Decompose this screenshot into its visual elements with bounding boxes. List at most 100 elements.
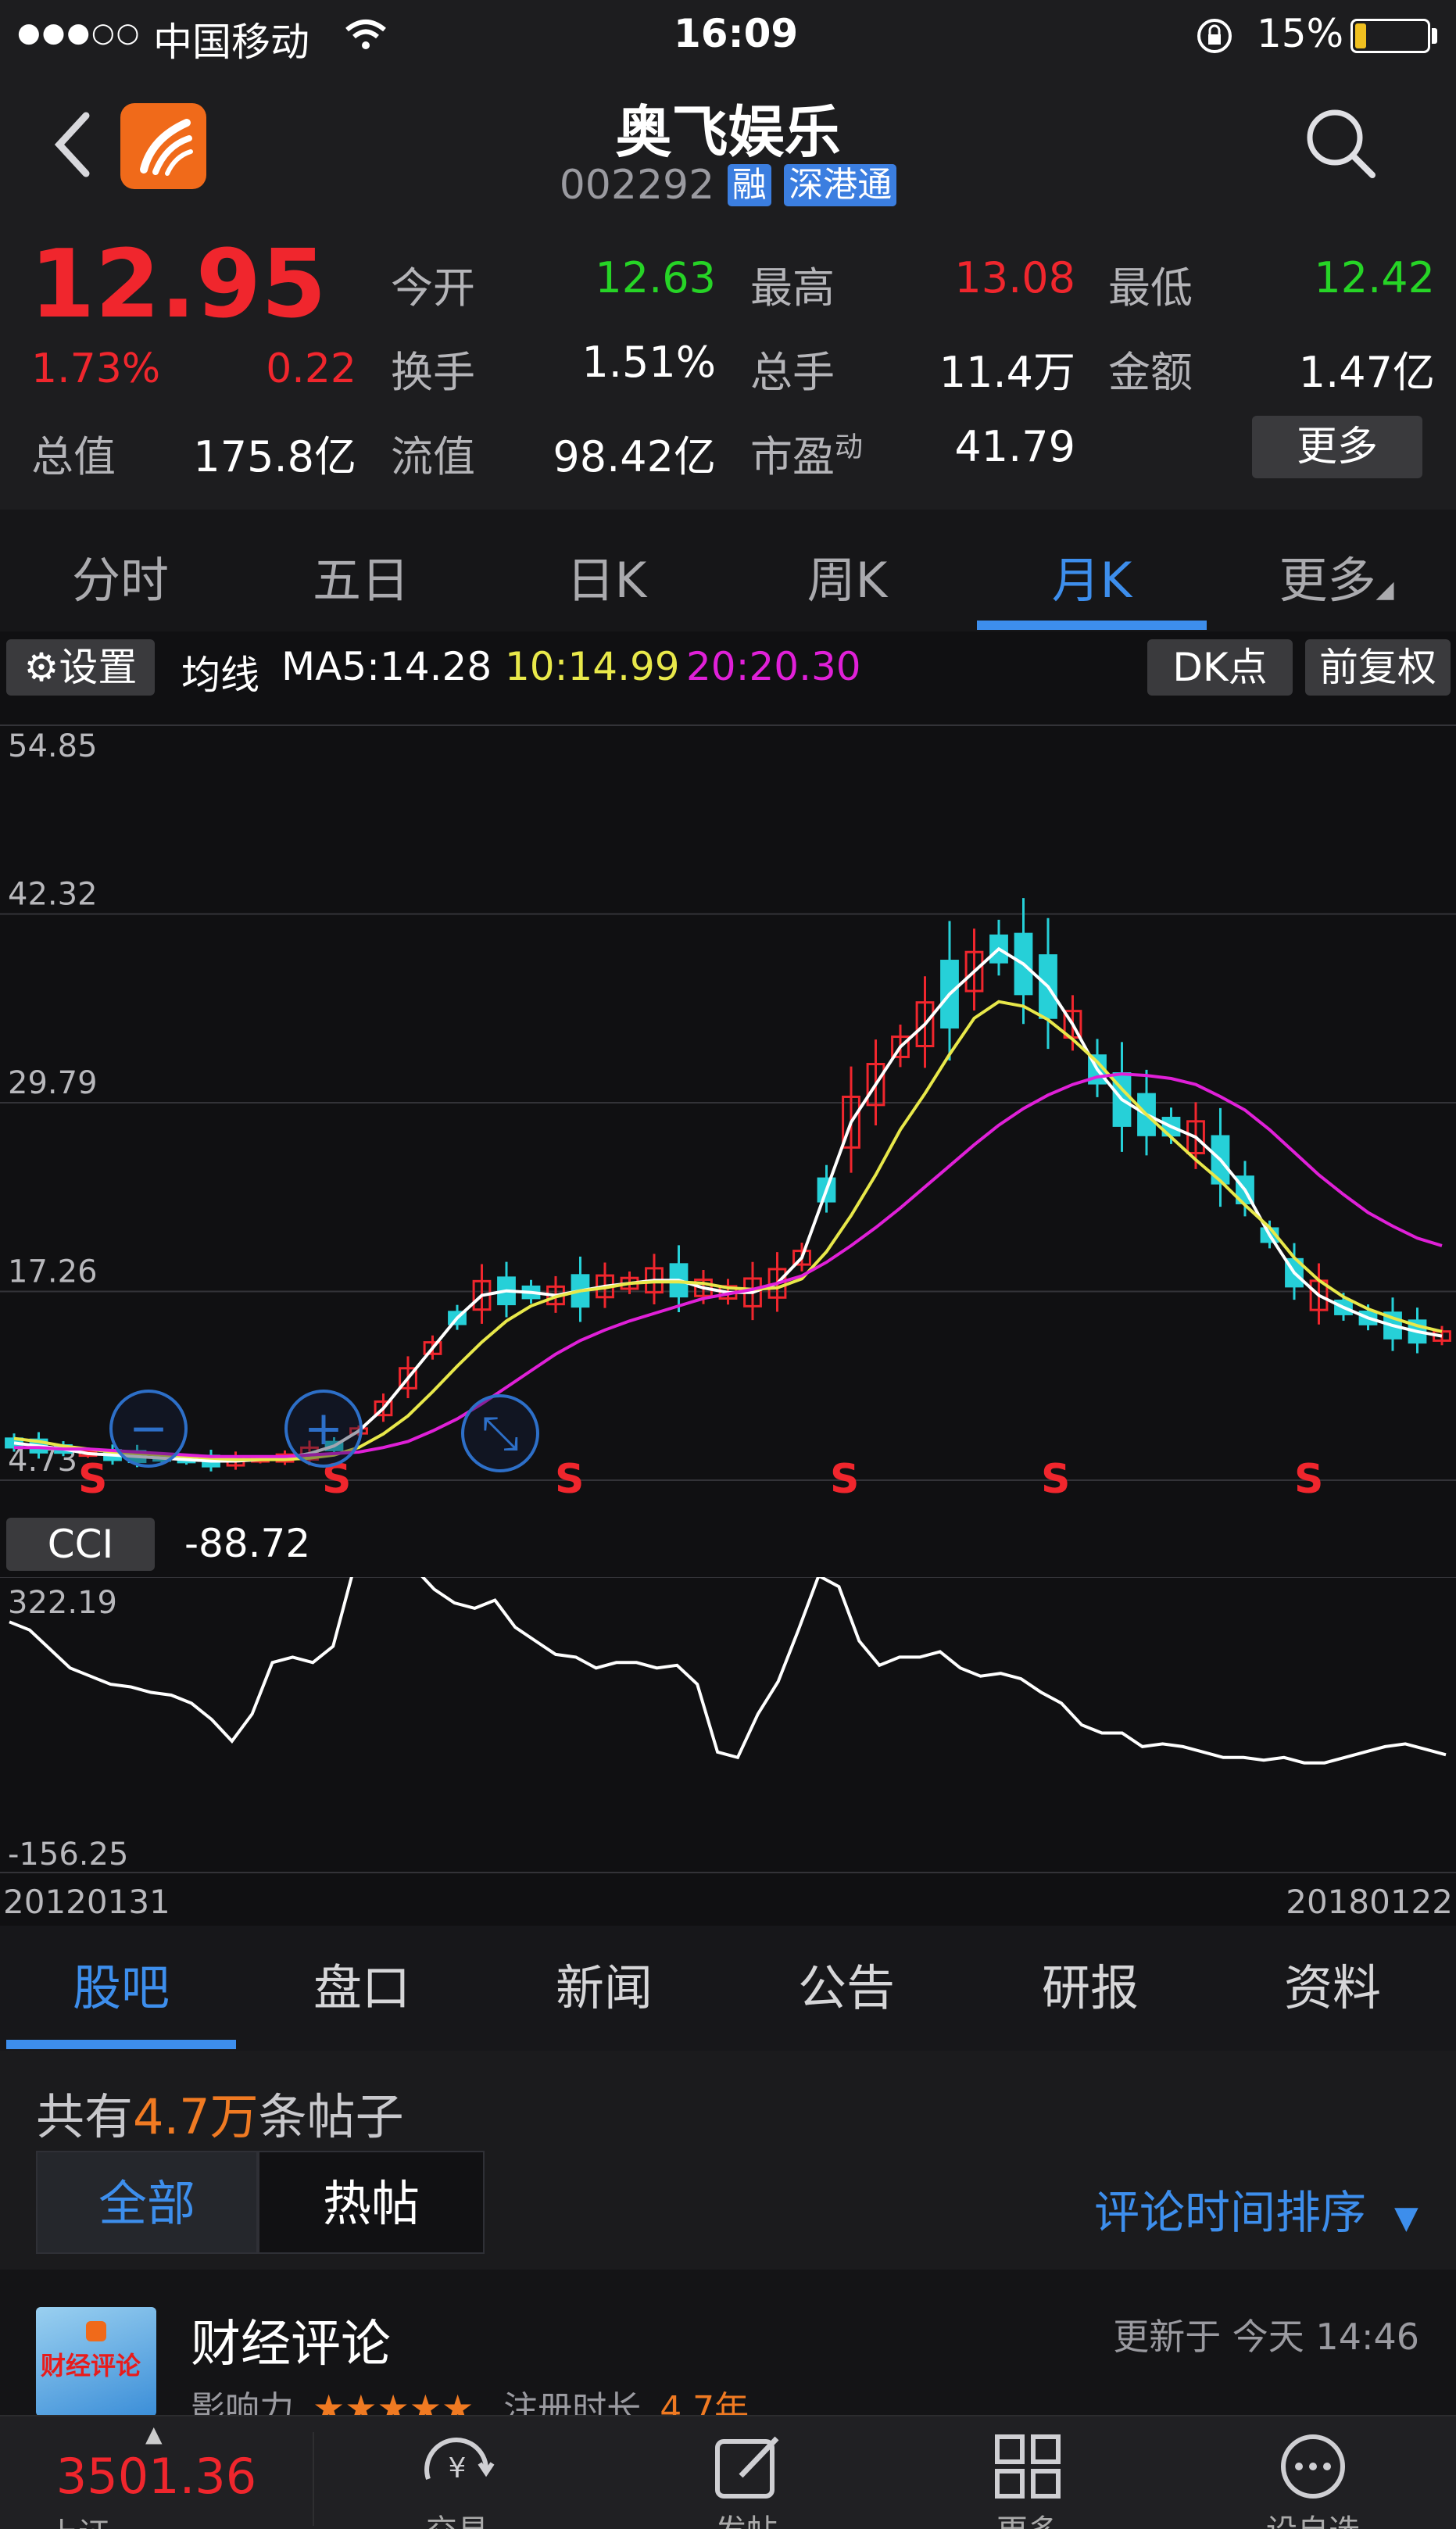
turnover-label: 换手 <box>391 348 475 397</box>
index-value: 3501.36 <box>55 2448 257 2505</box>
pe-value: 41.79 <box>954 422 1075 471</box>
posts-count-line: 共有4.7万条帖子 <box>36 2088 404 2145</box>
pe-label: 市盈动 <box>750 431 864 481</box>
ma-line-ma10 <box>13 1000 1443 1461</box>
sell-signal-label: S <box>830 1456 859 1503</box>
change-percent: 1.73% <box>31 345 161 392</box>
volume-value: 11.4万 <box>939 348 1075 397</box>
svg-text:−: − <box>129 1401 168 1456</box>
carrier-label: 中国移动 <box>153 20 309 65</box>
tab-active-underline <box>977 621 1207 630</box>
cci-indicator-button[interactable]: CCI <box>6 1518 155 1571</box>
high-label: 最高 <box>750 263 835 313</box>
x-end-date: 20180122 <box>1286 1883 1453 1921</box>
mktcap-value: 175.8亿 <box>193 432 356 481</box>
tab-daily-k[interactable]: 日K <box>486 541 727 611</box>
cci-chart[interactable]: 322.19 -156.25 20120131 20180122 <box>0 1577 1456 1926</box>
nav-post[interactable]: 发帖 <box>656 2432 836 2529</box>
up-arrow-icon: ▲ <box>145 2421 163 2447</box>
cci-value: -88.72 <box>184 1521 311 1566</box>
author-name[interactable]: 财经评论 <box>191 2304 391 2376</box>
tab-news[interactable]: 新闻 <box>483 1926 725 2051</box>
svg-text:⤡: ⤡ <box>481 1406 519 1461</box>
nav-trade[interactable]: ¥ 交易 <box>367 2432 547 2529</box>
wifi-icon <box>345 20 386 49</box>
ma20-value: 20:20.30 <box>686 644 861 689</box>
cci-line <box>9 1577 1447 1765</box>
tab-profile[interactable]: 资料 <box>1211 1926 1454 2051</box>
period-tabs: 分时 五日 日K 周K 月K 更多◢ <box>0 510 1456 631</box>
filter-hot-button[interactable]: 热帖 <box>258 2151 485 2254</box>
nav-add-watchlist[interactable]: 设自选 <box>1219 2432 1407 2529</box>
dropdown-triangle-icon: ▼ <box>1394 2200 1418 2236</box>
app-root: ●●●○○ 中国移动 16:09 15% 奥飞娱乐 002292 融 深港通 1… <box>0 0 1456 2529</box>
stock-header: 奥飞娱乐 002292 融 深港通 <box>0 72 1456 220</box>
sort-dropdown[interactable]: 评论时间排序 ▼ <box>1094 2176 1418 2241</box>
open-label: 今开 <box>391 263 475 313</box>
low-value: 12.42 <box>1314 253 1435 302</box>
nav-more[interactable]: 更多 <box>938 2432 1118 2529</box>
y-tick-label: 29.79 <box>8 1065 98 1101</box>
grid-icon <box>995 2434 1061 2499</box>
tab-order-book[interactable]: 盘口 <box>241 1926 483 2051</box>
tab-forum[interactable]: 股吧 <box>0 1926 242 2051</box>
stock-name: 奥飞娱乐 <box>615 99 841 165</box>
post-item[interactable]: 财经评论 财经评论 更新于 今天 14:46 影响力 ★★★★★ 注册时长 4.… <box>0 2270 1456 2429</box>
tab-research[interactable]: 研报 <box>969 1926 1211 2051</box>
change-amount: 0.22 <box>266 345 356 392</box>
author-avatar: 财经评论 <box>36 2307 156 2416</box>
trade-yen-icon: ¥ <box>424 2438 495 2484</box>
ma-line-ma5 <box>13 946 1443 1463</box>
quote-panel: 12.95 1.73% 0.22 今开 12.63 最高 13.08 最低 12… <box>0 220 1456 510</box>
cci-max-label: 322.19 <box>8 1585 117 1621</box>
clock: 16:09 <box>674 11 799 56</box>
pe-dynamic-marker: 动 <box>835 431 864 463</box>
settings-button[interactable]: ⚙设置 <box>6 639 155 696</box>
kline-chart[interactable]: 54.8542.3229.7917.264.73 S S S S S S− + ⤡ <box>0 702 1456 1507</box>
post-updated-time: 更新于 今天 14:46 <box>1113 2316 1419 2358</box>
adjust-button[interactable]: 前复权 <box>1305 639 1451 696</box>
search-icon[interactable] <box>1304 106 1379 181</box>
tab-weekly-k[interactable]: 周K <box>727 541 968 611</box>
ma-label: 均线 <box>181 653 259 698</box>
forum-tab-underline <box>6 2040 236 2049</box>
battery-percent: 15% <box>1257 11 1344 56</box>
stock-code-row: 002292 融 深港通 <box>0 159 1456 209</box>
rotation-lock-icon <box>1197 19 1232 53</box>
bottom-nav: ▲ 3501.36 上证 ¥ 交易 发帖 <box>0 2415 1456 2529</box>
nav-index[interactable]: ▲ 3501.36 上证 <box>0 2416 313 2529</box>
y-tick-label: 54.85 <box>8 728 98 764</box>
expand-icon[interactable]: ⤡ <box>461 1394 539 1472</box>
float-label: 流值 <box>391 432 475 481</box>
content-tabs: 股吧 盘口 新闻 公告 研报 资料 <box>0 1926 1456 2051</box>
battery-icon <box>1350 19 1430 53</box>
status-bar: ●●●○○ 中国移动 16:09 15% <box>0 0 1456 72</box>
filter-all-button[interactable]: 全部 <box>36 2151 258 2254</box>
edit-icon <box>715 2436 779 2499</box>
stock-code: 002292 <box>559 162 715 209</box>
y-tick-label: 42.32 <box>8 877 98 913</box>
posts-count: 4.7万 <box>133 2088 259 2145</box>
more-quote-button[interactable]: 更多 <box>1252 416 1422 478</box>
tab-five-day[interactable]: 五日 <box>241 541 481 611</box>
low-label: 最低 <box>1108 263 1193 313</box>
more-dots-icon <box>1281 2434 1345 2499</box>
signal-icon: ●●●○○ <box>17 17 141 48</box>
ma10-value: 10:14.99 <box>505 644 680 689</box>
tab-monthly-k[interactable]: 月K <box>977 541 1207 611</box>
mktcap-label: 总值 <box>31 432 116 481</box>
zoom-in-icon[interactable]: + <box>284 1390 363 1468</box>
tab-intraday[interactable]: 分时 <box>0 541 241 611</box>
dk-button[interactable]: DK点 <box>1147 639 1293 696</box>
avatar-logo-icon <box>86 2321 106 2341</box>
tab-more[interactable]: 更多◢ <box>1219 541 1454 611</box>
current-price: 12.95 <box>30 231 327 339</box>
connect-tag: 深港通 <box>784 164 897 206</box>
zoom-out-icon[interactable]: − <box>109 1390 188 1468</box>
tab-announcements[interactable]: 公告 <box>725 1926 968 2051</box>
volume-label: 总手 <box>750 348 835 397</box>
sell-signal-label: S <box>78 1456 107 1503</box>
sell-signal-label: S <box>555 1456 584 1503</box>
open-value: 12.63 <box>595 253 716 302</box>
caret-icon: ◢ <box>1376 576 1394 603</box>
